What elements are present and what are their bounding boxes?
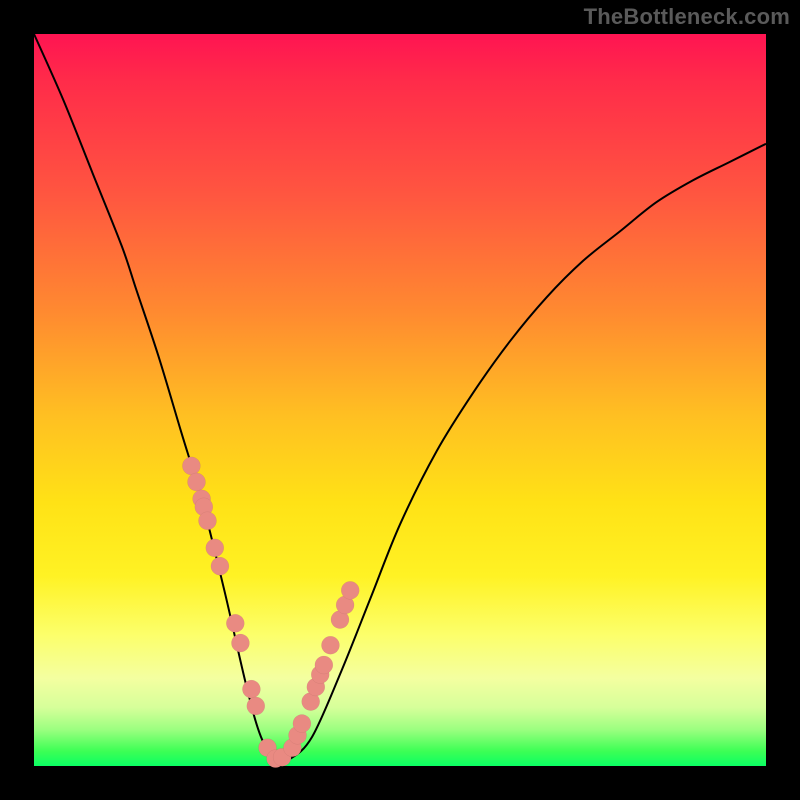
data-point (198, 512, 216, 530)
data-point (247, 697, 265, 715)
data-point (315, 656, 333, 674)
data-point (321, 636, 339, 654)
bottleneck-curve (34, 34, 766, 761)
data-point (293, 715, 311, 733)
highlighted-points (182, 457, 359, 768)
curve-layer (34, 34, 766, 766)
watermark-text: TheBottleneck.com (584, 4, 790, 30)
data-point (188, 473, 206, 491)
chart-frame: TheBottleneck.com (0, 0, 800, 800)
data-point (182, 457, 200, 475)
data-point (242, 680, 260, 698)
plot-area (34, 34, 766, 766)
data-point (226, 614, 244, 632)
data-point (206, 539, 224, 557)
data-point (341, 581, 359, 599)
data-point (211, 557, 229, 575)
data-point (231, 634, 249, 652)
